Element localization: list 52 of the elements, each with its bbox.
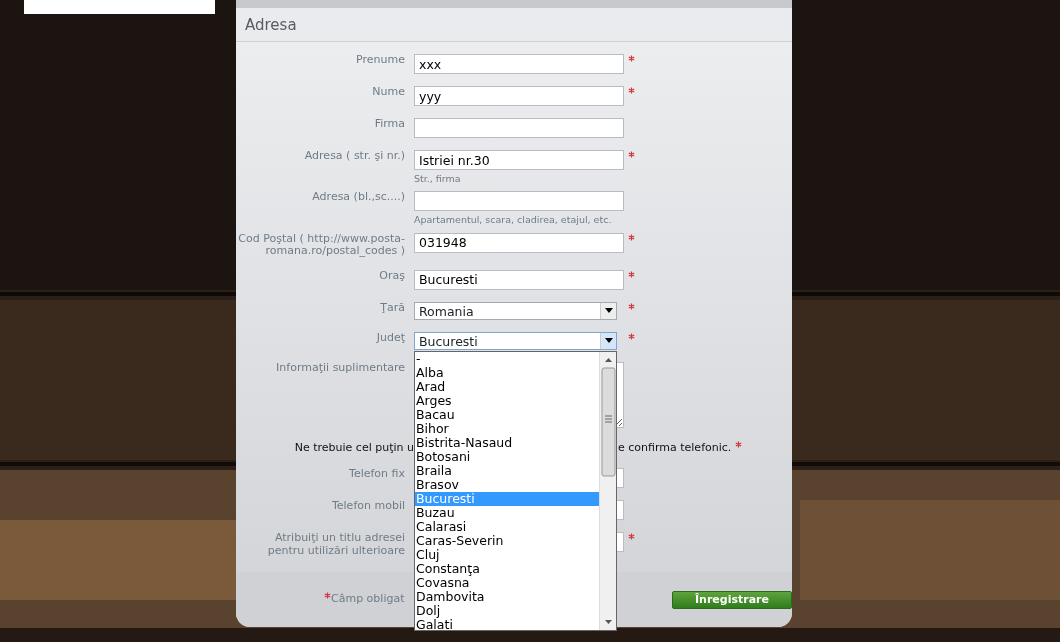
notice-text: e confirma telefonic. bbox=[618, 439, 732, 456]
field-label: Ţară bbox=[379, 301, 405, 314]
field-label: Informaţii suplimentare bbox=[275, 361, 405, 374]
dropdown-option[interactable]: Brasov bbox=[415, 477, 599, 492]
dropdown-option[interactable]: Bacau bbox=[415, 407, 599, 422]
dropdown-option[interactable]: Galati bbox=[415, 617, 599, 632]
dropdown-option[interactable]: Braila bbox=[415, 463, 599, 478]
dropdown-option[interactable]: Cluj bbox=[415, 547, 599, 562]
field-label: Nume bbox=[371, 86, 405, 99]
field-label: Firma bbox=[373, 118, 405, 131]
caret-icon bbox=[604, 308, 613, 313]
field-hint: Apartamentul, scara, cladirea, etajul, etc. bbox=[414, 213, 613, 228]
dropdown-field[interactable]: Bucuresti bbox=[414, 331, 617, 350]
dropdown-option[interactable]: Arad bbox=[415, 379, 599, 394]
dropdown-option[interactable]: Caras-Severin bbox=[415, 533, 599, 548]
field-label: Prenume bbox=[355, 54, 405, 67]
field-label: Oraş bbox=[378, 269, 405, 282]
caret-icon bbox=[604, 338, 613, 343]
field-label: Judeţ bbox=[375, 331, 405, 344]
text-field[interactable]: Bucuresti bbox=[414, 269, 624, 290]
dropdown-option[interactable]: Bistrita-Nasaud bbox=[415, 435, 599, 450]
dropdown-option[interactable]: Constanţa bbox=[415, 561, 599, 576]
field-label: Adresa (bl.,sc....) bbox=[311, 191, 405, 204]
dropdown-option[interactable]: Dolj bbox=[415, 603, 599, 618]
register-button[interactable]: Înregistrare bbox=[672, 590, 792, 609]
dropdown-option[interactable]: Arges bbox=[415, 393, 599, 408]
dropdown-option[interactable]: Botosani bbox=[415, 449, 599, 464]
section-title: Adresa bbox=[236, 8, 792, 42]
required-legend: Câmp obligat bbox=[331, 591, 405, 608]
dropdown-option[interactable]: Buzau bbox=[415, 505, 599, 520]
asterisk-icon bbox=[324, 592, 331, 600]
field-label: Adresa ( str. şi nr.) bbox=[303, 150, 405, 163]
text-field[interactable] bbox=[414, 118, 624, 138]
scrollbar[interactable] bbox=[599, 351, 616, 630]
field-label: Cod Poştal ( http://www.posta-romana.ro/postal_codes ) bbox=[237, 232, 405, 258]
notice-text: Ne trebuie cel puţin u bbox=[294, 440, 414, 454]
text-field[interactable] bbox=[414, 191, 624, 212]
dropdown-option[interactable]: Covasna bbox=[415, 575, 599, 590]
text-field[interactable]: 031948 bbox=[414, 232, 624, 253]
dropdown-option[interactable]: Alba bbox=[415, 365, 599, 380]
field-hint: Str., firma bbox=[414, 172, 462, 186]
field-label: Atribuiţi un titlu adresei pentru utilizări ulterioare bbox=[266, 532, 405, 557]
dropdown-option[interactable]: Calarasi bbox=[415, 519, 599, 534]
text-field[interactable]: yyy bbox=[414, 86, 624, 106]
dropdown-option[interactable]: Dambovita bbox=[415, 589, 599, 604]
field-label: Telefon mobil bbox=[330, 500, 405, 513]
dropdown-option[interactable]: Bihor bbox=[415, 421, 599, 436]
dropdown-field[interactable]: Romania bbox=[414, 301, 617, 320]
dropdown-option[interactable]: - bbox=[415, 351, 599, 366]
text-field[interactable]: xxx bbox=[414, 54, 624, 74]
field-label: Telefon fix bbox=[348, 468, 405, 481]
text-field[interactable]: Istriei nr.30 bbox=[414, 150, 624, 170]
